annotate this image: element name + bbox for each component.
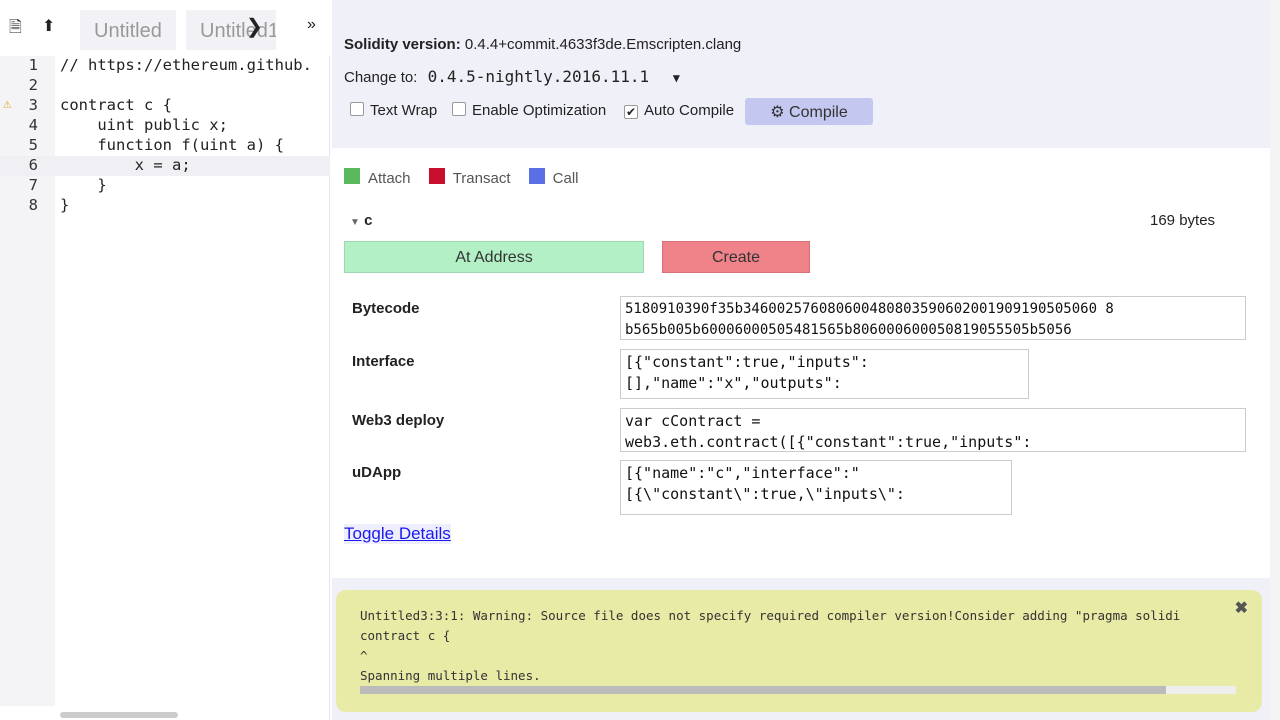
line-number: 6 (28, 156, 38, 174)
code-line[interactable]: 2 (0, 76, 330, 96)
bytecode-textarea[interactable]: 5180910390f35b34600257608060048080359060… (620, 296, 1246, 340)
code-text: } (60, 196, 70, 214)
call-swatch (528, 168, 545, 184)
code-line[interactable]: 7 } (0, 176, 330, 196)
compile-label: Compile (789, 104, 848, 121)
version-select-value: 0.4.5-nightly.2016.11.1 (427, 67, 650, 86)
contract-header[interactable]: ▼ c (350, 212, 372, 229)
scroll-thumb[interactable] (360, 686, 1166, 694)
code-text: // https://ethereum.github. (60, 56, 312, 74)
code-text: x = a; (60, 156, 191, 174)
line-number: 1 (28, 56, 38, 74)
attach-swatch (344, 168, 360, 184)
compiler-panel: Solidity version: 0.4.4+commit.4633f3de.… (332, 0, 1270, 720)
web3-deploy-label: Web3 deploy (352, 412, 445, 429)
checkbox-icon (350, 102, 364, 116)
warning-line-3: ^ (360, 648, 368, 663)
line-number: 7 (28, 176, 38, 194)
version-value: 0.4.4+commit.4633f3de.Emscripten.clang (464, 36, 742, 53)
auto-compile-label: Auto Compile (644, 102, 735, 119)
web3-deploy-textarea[interactable]: var cContract = web3.eth.contract([{"con… (620, 408, 1246, 452)
code-text: uint public x; (60, 116, 228, 134)
line-number: 2 (28, 76, 38, 94)
code-line[interactable]: 6 x = a; (0, 156, 330, 176)
dropdown-arrow-icon: ▼ (672, 71, 680, 85)
checkmark-icon: ✔ (624, 105, 638, 119)
line-number: 5 (28, 136, 38, 154)
editor-panel: 🗎 ⬆ Untitled Untitled1 ❯ » 1 // https://e… (0, 0, 330, 720)
editor-hscroll[interactable] (60, 712, 178, 718)
contract-name: c (364, 212, 373, 229)
file-tabs: 🗎 ⬆ Untitled Untitled1 ❯ » (0, 0, 330, 56)
line-number: 8 (28, 196, 38, 214)
line-number: 4 (28, 116, 38, 134)
code-text: function f(uint a) { (60, 136, 284, 154)
compiler-settings: Solidity version: 0.4.4+commit.4633f3de.… (332, 0, 1270, 148)
code-line[interactable]: ⚠ 3 contract c { (0, 96, 330, 116)
scroll-right-icon[interactable]: ❯ (246, 14, 263, 39)
create-button[interactable]: Create (662, 241, 810, 273)
tab-untitled[interactable]: Untitled (80, 10, 176, 50)
call-label: Call (552, 170, 579, 187)
code-line[interactable]: 4 uint public x; (0, 116, 330, 136)
version-label: Solidity version: (344, 36, 461, 53)
at-address-button[interactable]: At Address (344, 241, 644, 273)
warning-message: Untitled3:3:1: Warning: Source file does… (336, 590, 1262, 712)
contract-size: 169 bytes (1150, 212, 1216, 229)
code-text: contract c { (60, 96, 172, 114)
collapse-triangle-icon: ▼ (350, 217, 360, 228)
text-wrap-checkbox[interactable]: Text Wrap (350, 102, 437, 119)
enable-optimization-checkbox[interactable]: Enable Optimization (452, 102, 606, 119)
code-text: } (60, 176, 107, 194)
page-scrollbar[interactable] (1270, 0, 1280, 720)
line-number: 3 (28, 96, 38, 114)
transact-label: Transact (452, 170, 511, 187)
enable-optimization-label: Enable Optimization (472, 102, 607, 119)
auto-compile-checkbox[interactable]: ✔ Auto Compile (624, 102, 734, 119)
toggle-details-link[interactable]: Toggle Details (344, 524, 451, 544)
warning-line-1: Untitled3:3:1: Warning: Source file does… (360, 608, 1181, 623)
warning-line-4: Spanning multiple lines. (360, 668, 541, 683)
transact-swatch (428, 168, 445, 184)
interface-label: Interface (352, 353, 415, 370)
compile-button[interactable]: ⚙ Compile (745, 98, 873, 125)
text-wrap-label: Text Wrap (370, 102, 438, 119)
code-line[interactable]: 8} (0, 196, 330, 216)
upload-icon[interactable]: ⬆ (42, 16, 55, 36)
attach-label: Attach (368, 170, 411, 187)
version-select[interactable]: 0.4.5-nightly.2016.11.1 ▼ (428, 67, 680, 86)
close-icon[interactable]: ✖ (1235, 598, 1248, 618)
gear-icon: ⚙ (770, 104, 785, 121)
code-line[interactable]: 5 function f(uint a) { (0, 136, 330, 156)
warning-line-2: contract c { (360, 628, 451, 643)
more-tabs-icon[interactable]: » (307, 16, 316, 34)
bytecode-label: Bytecode (352, 300, 420, 317)
change-label: Change to: (344, 69, 418, 86)
warning-hscroll[interactable] (360, 686, 1236, 694)
interface-textarea[interactable]: [{"constant":true,"inputs": [],"name":"x… (620, 349, 1029, 399)
new-file-icon[interactable]: 🗎 (9, 16, 22, 43)
checkbox-icon (452, 102, 466, 116)
code-line[interactable]: 1 // https://ethereum.github. (0, 56, 330, 76)
udapp-label: uDApp (352, 464, 402, 481)
udapp-textarea[interactable]: [{"name":"c","interface":" [{\"constant\… (620, 460, 1012, 515)
legend: Attach Transact Call (344, 168, 579, 187)
